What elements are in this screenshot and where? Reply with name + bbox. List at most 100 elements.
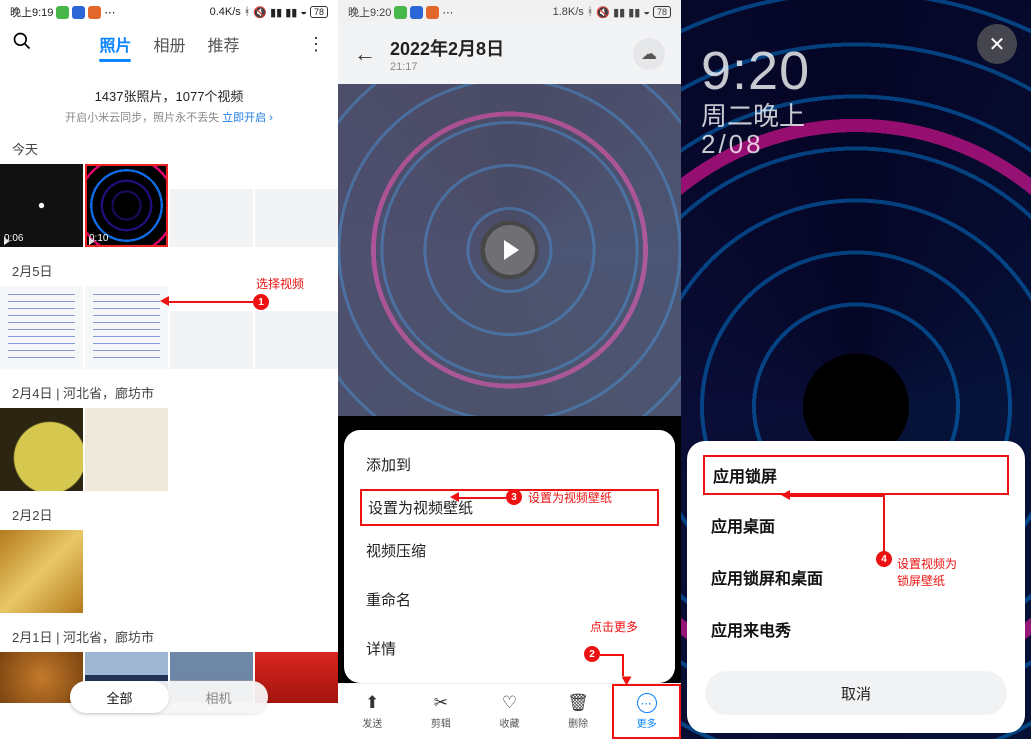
signal-icon: ▮▮ — [270, 6, 282, 19]
lock-time: 9:20 — [701, 44, 810, 98]
app-icon — [88, 6, 101, 19]
thumb-image[interactable] — [170, 286, 253, 369]
annotation-arrow — [781, 490, 790, 500]
cloud-sync-icon[interactable]: ☁ — [633, 38, 665, 70]
toolbar-send[interactable]: ⬆ 发送 — [338, 684, 407, 739]
sync-text: 开启小米云同步，照片永不丢失 — [65, 112, 219, 124]
play-button[interactable] — [485, 225, 535, 275]
back-icon[interactable]: ← — [354, 41, 376, 67]
apply-lockscreen[interactable]: 应用锁屏 — [703, 455, 1009, 495]
apply-homescreen[interactable]: 应用桌面 — [687, 499, 1025, 551]
panel-gallery: 晚上9:19 ⋯ 0.4K/s ᚼ 🔇 ▮▮ ▮▮ ◒ 78 照片 相册 推荐 … — [0, 0, 338, 739]
video-duration: 0:10 — [89, 233, 108, 244]
detail-header: ← 2022年2月8日 21:17 ☁ — [338, 22, 681, 84]
section-feb1: 2月1日 | 河北省，廊坊市 — [0, 613, 338, 652]
scissors-icon: ✂ — [434, 693, 448, 713]
more-icon: ⋯ — [442, 6, 453, 19]
toolbar-favorite[interactable]: ♡ 收藏 — [475, 684, 544, 739]
toolbar-cut[interactable]: ✂ 剪辑 — [407, 684, 476, 739]
battery-indicator: 78 — [310, 6, 328, 18]
annotation-line — [789, 495, 883, 497]
detail-title: 2022年2月8日 — [390, 35, 504, 61]
menu-add-to[interactable]: 添加到 — [344, 440, 675, 489]
toolbar-label: 发送 — [362, 715, 382, 730]
annotation-text-3: 设置为视频壁纸 — [528, 489, 612, 506]
thumb-image[interactable] — [255, 164, 338, 247]
net-speed: 0.4K/s — [210, 6, 241, 18]
signal-icon: ▮▮ — [628, 6, 640, 19]
annotation-badge-1: 1 — [253, 294, 269, 310]
section-feb2: 2月2日 — [0, 491, 338, 530]
media-counts: 1437张照片，1077个视频 — [0, 86, 338, 105]
lockscreen-clock: 9:20 周二晚上 2/08 — [701, 44, 810, 160]
annotation-text-2: 点击更多 — [590, 618, 638, 635]
annotation-line — [456, 497, 506, 499]
section-today: 今天 — [0, 125, 338, 164]
video-preview[interactable] — [338, 84, 681, 416]
annotation-text-4a: 设置视频为 — [897, 555, 957, 572]
wifi-icon: ◒ — [643, 6, 650, 18]
apply-callshow[interactable]: 应用来电秀 — [687, 603, 1025, 655]
annotation-arrow — [160, 296, 169, 306]
cancel-button[interactable]: 取消 — [705, 671, 1007, 715]
thumb-image[interactable] — [0, 530, 83, 613]
share-icon: ⬆ — [365, 693, 379, 713]
detail-toolbar: ⬆ 发送 ✂ 剪辑 ♡ 收藏 🗑 删除 ⋯ 更多 — [338, 683, 681, 739]
annotation-text-1: 选择视频 — [256, 275, 304, 292]
thumb-image[interactable] — [85, 408, 168, 491]
apply-sheet: 应用锁屏 应用桌面 应用锁屏和桌面 应用来电秀 取消 — [687, 441, 1025, 733]
annotation-badge-2: 2 — [584, 646, 600, 662]
toolbar-more[interactable]: ⋯ 更多 — [612, 684, 681, 739]
mute-icon: 🔇 — [596, 6, 610, 19]
menu-compress[interactable]: 视频压缩 — [344, 526, 675, 575]
annotation-arrow — [622, 677, 632, 686]
toolbar-delete[interactable]: 🗑 删除 — [544, 684, 613, 739]
bluetooth-icon: ᚼ — [587, 6, 594, 18]
toolbar-label: 剪辑 — [431, 715, 451, 730]
battery-indicator: 78 — [653, 6, 671, 18]
more-menu-sheet: 添加到 设置为视频壁纸 视频压缩 重命名 详情 — [344, 430, 675, 683]
toolbar-label: 删除 — [568, 715, 588, 730]
search-icon[interactable] — [12, 31, 32, 57]
sync-enable-link[interactable]: 立即开启 — [222, 112, 273, 124]
thumb-image[interactable] — [0, 408, 83, 491]
detail-time: 21:17 — [390, 61, 504, 73]
gallery-topbar: 照片 相册 推荐 ⋮ — [0, 22, 338, 66]
thumb-video[interactable]: 0:06 — [0, 164, 83, 247]
more-icon: ⋯ — [104, 6, 115, 19]
status-time: 晚上9:19 — [10, 4, 53, 20]
annotation-badge-4: 4 — [876, 551, 892, 567]
menu-rename[interactable]: 重命名 — [344, 575, 675, 624]
app-icon — [72, 6, 85, 19]
annotation-badge-3: 3 — [506, 489, 522, 505]
signal-icon: ▮▮ — [285, 6, 297, 19]
overflow-icon[interactable]: ⋮ — [307, 34, 326, 55]
apply-both[interactable]: 应用锁屏和桌面 — [687, 551, 1025, 603]
app-icon — [426, 6, 439, 19]
thumb-image[interactable] — [0, 286, 83, 369]
sync-hint: 开启小米云同步，照片永不丢失 立即开启 — [0, 109, 338, 125]
annotation-text-4b: 锁屏壁纸 — [897, 572, 945, 589]
app-icon — [410, 6, 423, 19]
close-button[interactable]: ✕ — [977, 24, 1017, 64]
trash-icon: 🗑 — [567, 693, 589, 713]
status-bar: 晚上9:20 ⋯ 1.8K/s ᚼ 🔇 ▮▮ ▮▮ ◒ 78 — [338, 0, 681, 22]
thumb-image[interactable] — [170, 164, 253, 247]
more-icon: ⋯ — [637, 693, 657, 713]
thumb-image[interactable] — [85, 286, 168, 369]
annotation-line — [169, 301, 253, 303]
status-bar: 晚上9:19 ⋯ 0.4K/s ᚼ 🔇 ▮▮ ▮▮ ◒ 78 — [0, 0, 338, 22]
bluetooth-icon: ᚼ — [244, 6, 251, 18]
filter-camera[interactable]: 相机 — [169, 681, 268, 713]
tab-photos[interactable]: 照片 — [99, 32, 131, 56]
filter-all[interactable]: 全部 — [70, 681, 169, 713]
annotation-line — [883, 495, 885, 551]
annotation-arrow — [450, 492, 459, 502]
tab-recommend[interactable]: 推荐 — [208, 32, 240, 56]
mute-icon: 🔇 — [253, 6, 267, 19]
tab-albums[interactable]: 相册 — [153, 32, 185, 56]
thumb-video-selected[interactable]: 0:10 — [85, 164, 168, 247]
annotation-line — [600, 654, 622, 656]
wifi-icon: ◒ — [300, 6, 307, 18]
signal-icon: ▮▮ — [613, 6, 625, 19]
